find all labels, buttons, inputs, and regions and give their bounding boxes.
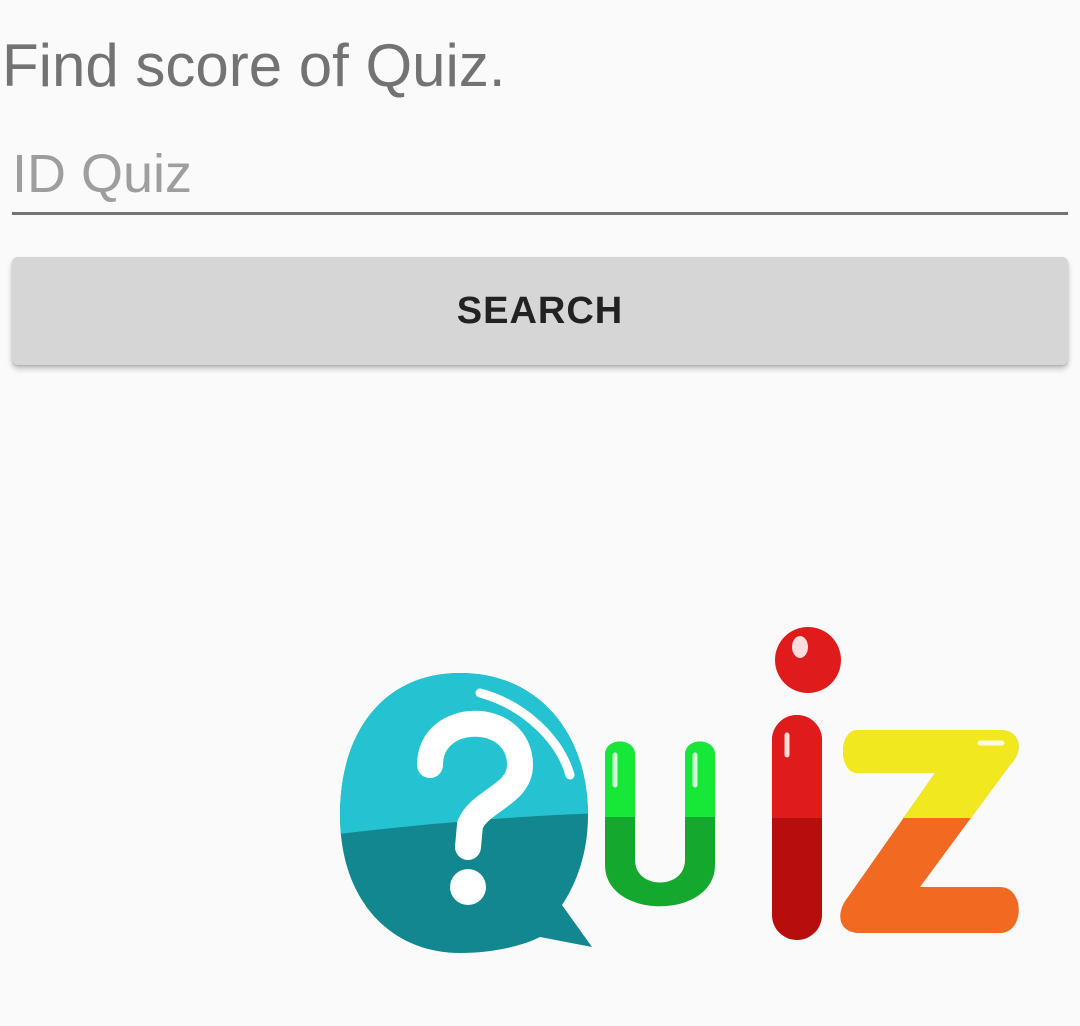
question-mark-dot xyxy=(450,869,486,905)
page-title: Find score of Quiz. xyxy=(2,32,506,99)
letter-u xyxy=(605,741,715,907)
letter-z xyxy=(840,730,1019,933)
quiz-search-screen: Find score of Quiz. SEARCH xyxy=(0,0,1080,1026)
question-bubble-icon xyxy=(340,673,592,953)
quiz-logo xyxy=(340,627,1019,953)
search-button[interactable]: SEARCH xyxy=(12,257,1068,365)
letter-i xyxy=(772,627,841,940)
quiz-id-input[interactable] xyxy=(12,136,1068,215)
i-dot xyxy=(775,627,841,693)
